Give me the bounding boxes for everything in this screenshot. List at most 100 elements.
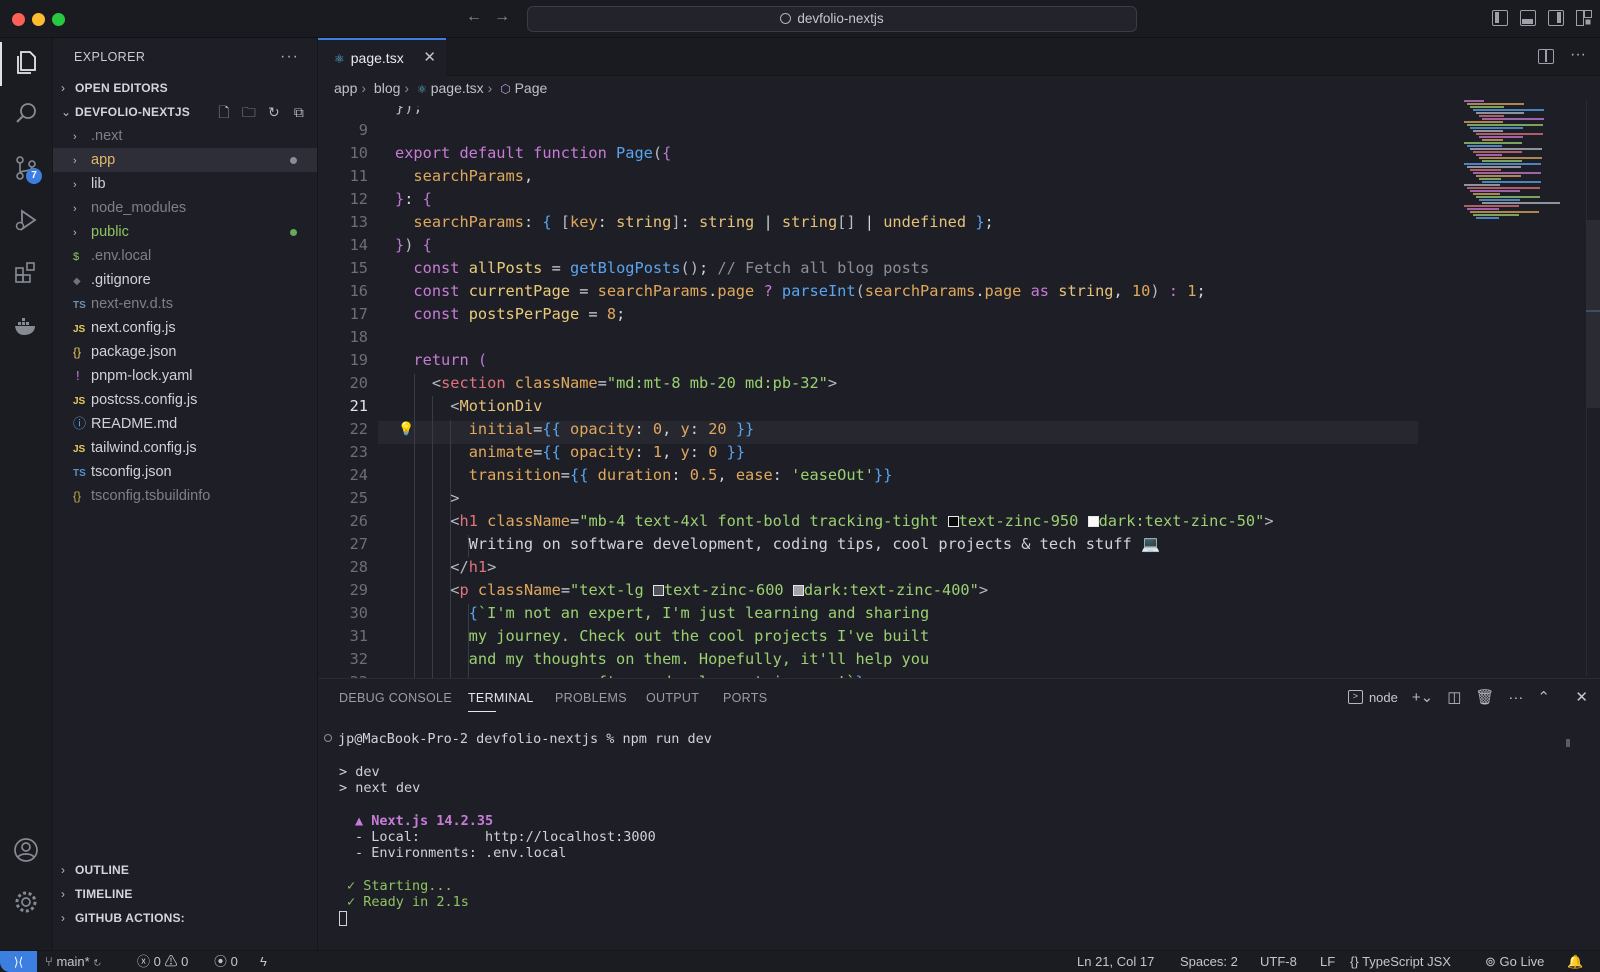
- tree-item-readme[interactable]: ⓘ README.md: [53, 412, 317, 436]
- close-window-button[interactable]: [12, 13, 25, 26]
- cursor-position[interactable]: Ln 21, Col 17: [1077, 951, 1154, 972]
- trash-icon[interactable]: 🗑: [1475, 688, 1494, 706]
- tree-item-tsconfig-json[interactable]: TS tsconfig.json: [53, 460, 317, 484]
- language-mode[interactable]: {} TypeScript JSX: [1350, 951, 1451, 972]
- minimap-line: [1479, 157, 1542, 159]
- json-icon: {}: [73, 345, 82, 359]
- branch-status[interactable]: ⑂ main* ↻: [45, 951, 101, 972]
- terminal-scrollbar[interactable]: [1566, 739, 1570, 747]
- line-number: 24: [349, 466, 368, 484]
- vscode-window: ←→ devfolio-nextjs 7 EXPLORER ··· › OPEN…: [0, 0, 1600, 972]
- color-swatch[interactable]: [947, 516, 959, 527]
- new-terminal-icon[interactable]: +⌄: [1412, 688, 1433, 706]
- command-center-search[interactable]: devfolio-nextjs: [527, 6, 1137, 32]
- tree-item-tsbuildinfo[interactable]: {} tsconfig.tsbuildinfo: [53, 484, 317, 508]
- new-file-icon[interactable]: 🗋: [216, 104, 232, 120]
- maximize-window-button[interactable]: [52, 13, 65, 26]
- tree-item-tailwind-config[interactable]: JS tailwind.config.js: [53, 436, 317, 460]
- tab-ports[interactable]: PORTS: [723, 679, 767, 717]
- minimap[interactable]: [1464, 100, 1564, 230]
- back-arrow-icon[interactable]: ←: [466, 8, 494, 25]
- maximize-panel-icon[interactable]: ⌃: [1537, 688, 1550, 706]
- refresh-icon[interactable]: ↻: [266, 104, 282, 120]
- tree-item-node-modules[interactable]: › node_modules: [53, 196, 317, 220]
- toggle-primary-sidebar-icon[interactable]: [1492, 10, 1508, 26]
- color-swatch[interactable]: [1087, 516, 1099, 527]
- git-icon: ◆: [73, 276, 81, 287]
- sync-icon[interactable]: ↻: [93, 954, 101, 969]
- editor-scrollbar[interactable]: [1586, 100, 1600, 676]
- color-swatch[interactable]: [652, 585, 664, 596]
- forward-arrow-icon[interactable]: →: [494, 8, 522, 25]
- run-debug-icon[interactable]: [12, 206, 40, 234]
- close-tab-icon[interactable]: ✕: [423, 40, 436, 76]
- tree-item-pnpm-lock[interactable]: ! pnpm-lock.yaml: [53, 364, 317, 388]
- explorer-title: EXPLORER: [74, 50, 146, 64]
- breadcrumb-blog[interactable]: blog: [374, 80, 400, 96]
- encoding[interactable]: UTF-8: [1260, 951, 1297, 972]
- docker-icon[interactable]: [12, 312, 40, 340]
- more-actions-icon[interactable]: ···: [1508, 689, 1523, 706]
- tree-item-env-local[interactable]: $ .env.local: [53, 244, 317, 268]
- tree-item-next[interactable]: › .next: [53, 124, 317, 148]
- line-number: 19: [349, 351, 368, 369]
- indentation[interactable]: Spaces: 2: [1180, 951, 1238, 972]
- breadcrumb-symbol[interactable]: Page: [515, 80, 548, 96]
- project-section[interactable]: ⌄ DEVFOLIO-NEXTJS 🗋 🗀 ↻ ⧉: [53, 100, 317, 124]
- github-actions-section[interactable]: › GITHUB ACTIONS:: [53, 906, 318, 930]
- notifications-bell-icon[interactable]: 🔔: [1567, 951, 1583, 972]
- minimap-line: [1467, 124, 1543, 126]
- javascript-icon: JS: [73, 324, 86, 335]
- new-folder-icon[interactable]: 🗀: [241, 104, 257, 120]
- scrollbar-thumb[interactable]: [1586, 220, 1600, 408]
- problems-status[interactable]: ⓧ 0 ⚠ 0: [137, 951, 188, 972]
- breadcrumb-file[interactable]: page.tsx: [431, 80, 484, 96]
- remote-indicator-icon[interactable]: ⟩⟨: [0, 951, 37, 972]
- more-actions-icon[interactable]: ···: [1570, 46, 1586, 64]
- explorer-icon[interactable]: [12, 48, 40, 76]
- code-editor[interactable]: 💡 9 10 11 12 13 14 15 16 17 18 19 20 21 22 23 24 25 26 27 2…: [318, 106, 1418, 678]
- toggle-secondary-sidebar-icon[interactable]: [1548, 10, 1564, 26]
- terminal-selector[interactable]: > node: [1347, 690, 1398, 705]
- editor-area: ⚛ page.tsx ✕ ··· app › blog › ⚛ page.tsx › ⬡ …: [318, 38, 1600, 678]
- split-terminal-icon[interactable]: ◫: [1447, 688, 1461, 706]
- search-icon[interactable]: [12, 100, 40, 128]
- tab-debug-console[interactable]: DEBUG CONSOLE: [339, 679, 452, 717]
- tab-terminal[interactable]: TERMINAL: [468, 679, 533, 717]
- timeline-section[interactable]: › TIMELINE: [53, 882, 318, 906]
- outline-section[interactable]: › OUTLINE: [53, 858, 318, 882]
- tree-item-postcss-config[interactable]: JS postcss.config.js: [53, 388, 317, 412]
- toggle-panel-icon[interactable]: [1520, 10, 1536, 26]
- go-live-button[interactable]: ⊚ Go Live: [1485, 951, 1544, 972]
- tree-item-gitignore[interactable]: ◆ .gitignore: [53, 268, 317, 292]
- minimize-window-button[interactable]: [32, 13, 45, 26]
- tab-problems[interactable]: PROBLEMS: [555, 679, 627, 717]
- settings-gear-icon[interactable]: [12, 888, 40, 916]
- tab-page-tsx[interactable]: ⚛ page.tsx ✕: [318, 38, 446, 76]
- extensions-icon[interactable]: [12, 258, 40, 286]
- tab-output[interactable]: OUTPUT: [646, 679, 699, 717]
- breadcrumb-app[interactable]: app: [334, 80, 357, 96]
- minimap-line: [1470, 106, 1504, 108]
- customize-layout-icon[interactable]: [1576, 10, 1592, 26]
- open-editors-section[interactable]: › OPEN EDITORS: [53, 76, 317, 100]
- more-actions-icon[interactable]: ···: [280, 38, 299, 76]
- split-editor-icon[interactable]: [1538, 49, 1554, 64]
- end-of-line[interactable]: LF: [1320, 951, 1335, 972]
- tree-item-next-config[interactable]: JS next.config.js: [53, 316, 317, 340]
- tree-item-public[interactable]: › public: [53, 220, 317, 244]
- ports-status[interactable]: ⦿ 0: [214, 951, 238, 972]
- terminal-local-url[interactable]: - Local: http://localhost:3000: [355, 829, 656, 845]
- tree-item-next-env[interactable]: TS next-env.d.ts: [53, 292, 317, 316]
- tree-item-package-json[interactable]: {} package.json: [53, 340, 317, 364]
- collapse-all-icon[interactable]: ⧉: [291, 104, 307, 120]
- close-panel-icon[interactable]: ✕: [1575, 688, 1588, 706]
- color-swatch[interactable]: [792, 585, 804, 596]
- sidebar-bottom-sections: › OUTLINE › TIMELINE › GITHUB ACTIONS:: [53, 858, 318, 930]
- tree-item-lib[interactable]: › lib: [53, 172, 317, 196]
- tree-item-app[interactable]: › app: [53, 148, 317, 172]
- chevron-right-icon: ›: [73, 179, 77, 191]
- account-icon[interactable]: [12, 836, 40, 864]
- tab-label: page.tsx: [350, 50, 404, 66]
- lightning-icon[interactable]: ϟ: [260, 951, 267, 972]
